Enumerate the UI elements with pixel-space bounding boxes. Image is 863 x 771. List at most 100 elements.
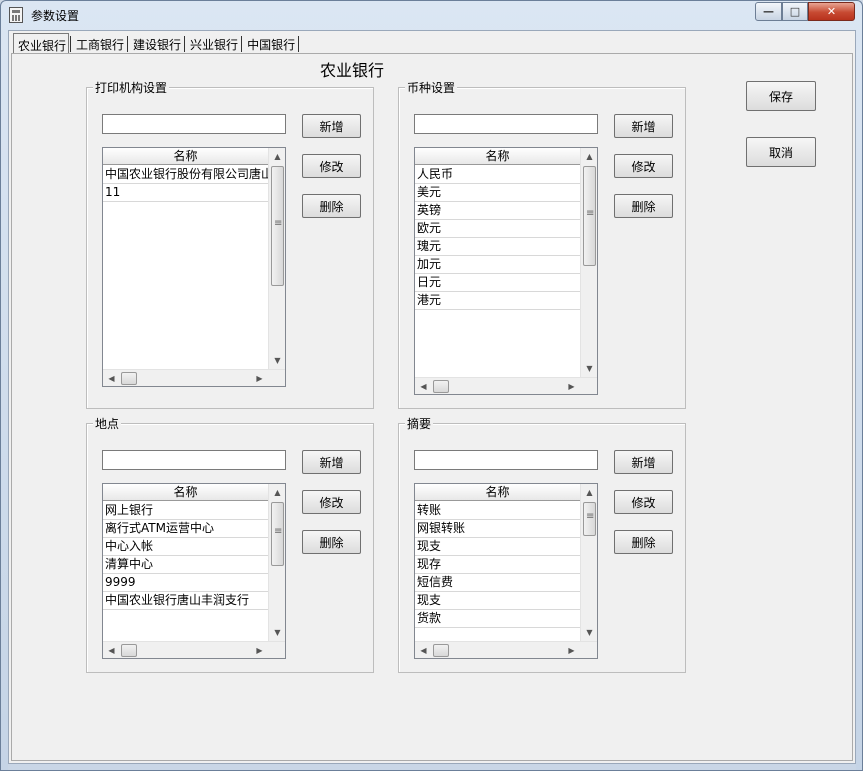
scroll-right-icon[interactable]: ▶ bbox=[563, 642, 580, 658]
tab-separator bbox=[241, 36, 243, 52]
scroll-up-icon[interactable]: ▲ bbox=[269, 148, 285, 165]
scroll-left-icon[interactable]: ◀ bbox=[103, 642, 120, 658]
list-item[interactable]: 现存 bbox=[415, 556, 581, 574]
scroll-left-icon[interactable]: ◀ bbox=[103, 370, 120, 386]
cancel-button[interactable]: 取消 bbox=[746, 137, 816, 167]
print-org-list[interactable]: 名称 中国农业银行股份有限公司唐山 11 ▲ ▼ ◀ ▶ bbox=[102, 147, 286, 387]
scroll-up-icon[interactable]: ▲ bbox=[269, 484, 285, 501]
print-org-hscroll[interactable]: ◀ ▶ bbox=[103, 369, 285, 386]
list-item[interactable]: 瑰元 bbox=[415, 238, 581, 256]
list-item[interactable]: 转账 bbox=[415, 502, 581, 520]
list-item[interactable]: 短信费 bbox=[415, 574, 581, 592]
summary-edit-button[interactable]: 修改 bbox=[614, 490, 673, 514]
minimize-button[interactable]: — bbox=[755, 2, 782, 21]
scroll-thumb[interactable] bbox=[583, 166, 596, 266]
tab-abc[interactable]: 农业银行 bbox=[13, 33, 70, 54]
tab-icbc[interactable]: 工商银行 bbox=[72, 33, 126, 53]
currency-edit-button[interactable]: 修改 bbox=[614, 154, 673, 178]
list-item[interactable]: 中国农业银行股份有限公司唐山 bbox=[103, 166, 269, 184]
currency-column-header[interactable]: 名称 bbox=[415, 148, 581, 165]
list-item[interactable]: 欧元 bbox=[415, 220, 581, 238]
summary-delete-button[interactable]: 删除 bbox=[614, 530, 673, 554]
scroll-thumb[interactable] bbox=[121, 644, 137, 657]
summary-column-header[interactable]: 名称 bbox=[415, 484, 581, 501]
print-org-vscroll[interactable]: ▲ ▼ bbox=[268, 148, 285, 369]
summary-list[interactable]: 名称 转账 网银转账 现支 现存 短信费 现支 货款 ▲ ▼ bbox=[414, 483, 598, 659]
currency-add-button[interactable]: 新增 bbox=[614, 114, 673, 138]
summary-group: 摘要 新增 修改 删除 名称 转账 网银转账 现支 现存 短信费 现支 货款 ▲… bbox=[398, 415, 686, 673]
location-edit-button[interactable]: 修改 bbox=[302, 490, 361, 514]
list-item[interactable]: 加元 bbox=[415, 256, 581, 274]
title-bar: 参数设置 — □ ✕ bbox=[1, 1, 862, 29]
maximize-button[interactable]: □ bbox=[782, 2, 808, 21]
app-icon bbox=[9, 7, 23, 23]
currency-input[interactable] bbox=[414, 114, 598, 134]
list-item[interactable]: 现支 bbox=[415, 538, 581, 556]
summary-add-button[interactable]: 新增 bbox=[614, 450, 673, 474]
save-button[interactable]: 保存 bbox=[746, 81, 816, 111]
list-item[interactable]: 9999 bbox=[103, 574, 269, 592]
list-item[interactable]: 美元 bbox=[415, 184, 581, 202]
list-item[interactable]: 中心入帐 bbox=[103, 538, 269, 556]
scroll-right-icon[interactable]: ▶ bbox=[251, 370, 268, 386]
location-hscroll[interactable]: ◀ ▶ bbox=[103, 641, 285, 658]
print-org-edit-button[interactable]: 修改 bbox=[302, 154, 361, 178]
summary-hscroll[interactable]: ◀ ▶ bbox=[415, 641, 597, 658]
location-vscroll[interactable]: ▲ ▼ bbox=[268, 484, 285, 641]
tab-cib[interactable]: 兴业银行 bbox=[186, 33, 240, 53]
list-item[interactable]: 清算中心 bbox=[103, 556, 269, 574]
list-item[interactable]: 离行式ATM运营中心 bbox=[103, 520, 269, 538]
print-org-group: 打印机构设置 新增 修改 删除 名称 中国农业银行股份有限公司唐山 11 ▲ ▼ bbox=[86, 79, 374, 409]
summary-vscroll[interactable]: ▲ ▼ bbox=[580, 484, 597, 641]
list-item[interactable]: 日元 bbox=[415, 274, 581, 292]
scroll-down-icon[interactable]: ▼ bbox=[269, 624, 285, 641]
list-item[interactable]: 英镑 bbox=[415, 202, 581, 220]
list-item[interactable]: 中国农业银行唐山丰润支行 bbox=[103, 592, 269, 610]
client-area: 农业银行 工商银行 建设银行 兴业银行 中国银行 农业银行 打印机构设置 新增 … bbox=[8, 30, 856, 764]
bank-tabs: 农业银行 工商银行 建设银行 兴业银行 中国银行 bbox=[13, 33, 300, 55]
list-item[interactable]: 人民币 bbox=[415, 166, 581, 184]
tab-separator bbox=[298, 36, 300, 52]
scroll-thumb[interactable] bbox=[271, 166, 284, 286]
location-add-button[interactable]: 新增 bbox=[302, 450, 361, 474]
print-org-column-header[interactable]: 名称 bbox=[103, 148, 269, 165]
location-delete-button[interactable]: 删除 bbox=[302, 530, 361, 554]
list-item[interactable]: 网上银行 bbox=[103, 502, 269, 520]
location-input[interactable] bbox=[102, 450, 286, 470]
list-item[interactable]: 11 bbox=[103, 184, 269, 202]
summary-input[interactable] bbox=[414, 450, 598, 470]
scroll-thumb[interactable] bbox=[271, 502, 284, 566]
list-item[interactable]: 港元 bbox=[415, 292, 581, 310]
location-list[interactable]: 名称 网上银行 离行式ATM运营中心 中心入帐 清算中心 9999 中国农业银行… bbox=[102, 483, 286, 659]
scroll-left-icon[interactable]: ◀ bbox=[415, 642, 432, 658]
scroll-up-icon[interactable]: ▲ bbox=[581, 484, 597, 501]
scroll-right-icon[interactable]: ▶ bbox=[251, 642, 268, 658]
tab-separator bbox=[127, 36, 129, 52]
currency-delete-button[interactable]: 删除 bbox=[614, 194, 673, 218]
scroll-down-icon[interactable]: ▼ bbox=[581, 360, 597, 377]
print-org-input[interactable] bbox=[102, 114, 286, 134]
location-column-header[interactable]: 名称 bbox=[103, 484, 269, 501]
list-item[interactable]: 网银转账 bbox=[415, 520, 581, 538]
list-item[interactable]: 现支 bbox=[415, 592, 581, 610]
window-bottom-border bbox=[8, 764, 856, 770]
print-org-add-button[interactable]: 新增 bbox=[302, 114, 361, 138]
scroll-down-icon[interactable]: ▼ bbox=[269, 352, 285, 369]
scroll-thumb[interactable] bbox=[433, 380, 449, 393]
scroll-up-icon[interactable]: ▲ bbox=[581, 148, 597, 165]
tab-ccb[interactable]: 建设银行 bbox=[129, 33, 183, 53]
print-org-delete-button[interactable]: 删除 bbox=[302, 194, 361, 218]
scroll-right-icon[interactable]: ▶ bbox=[563, 378, 580, 394]
scroll-left-icon[interactable]: ◀ bbox=[415, 378, 432, 394]
scroll-thumb[interactable] bbox=[121, 372, 137, 385]
currency-vscroll[interactable]: ▲ ▼ bbox=[580, 148, 597, 377]
currency-list[interactable]: 名称 人民币 美元 英镑 欧元 瑰元 加元 日元 港元 ▲ ▼ bbox=[414, 147, 598, 395]
scroll-down-icon[interactable]: ▼ bbox=[581, 624, 597, 641]
scroll-thumb[interactable] bbox=[433, 644, 449, 657]
list-item[interactable]: 货款 bbox=[415, 610, 581, 628]
close-button[interactable]: ✕ bbox=[808, 2, 855, 21]
tab-boc[interactable]: 中国银行 bbox=[243, 33, 297, 53]
scroll-thumb[interactable] bbox=[583, 502, 596, 536]
tab-page-abc: 农业银行 打印机构设置 新增 修改 删除 名称 中国农业银行股份有限公司唐山 1… bbox=[11, 53, 853, 761]
currency-hscroll[interactable]: ◀ ▶ bbox=[415, 377, 597, 394]
